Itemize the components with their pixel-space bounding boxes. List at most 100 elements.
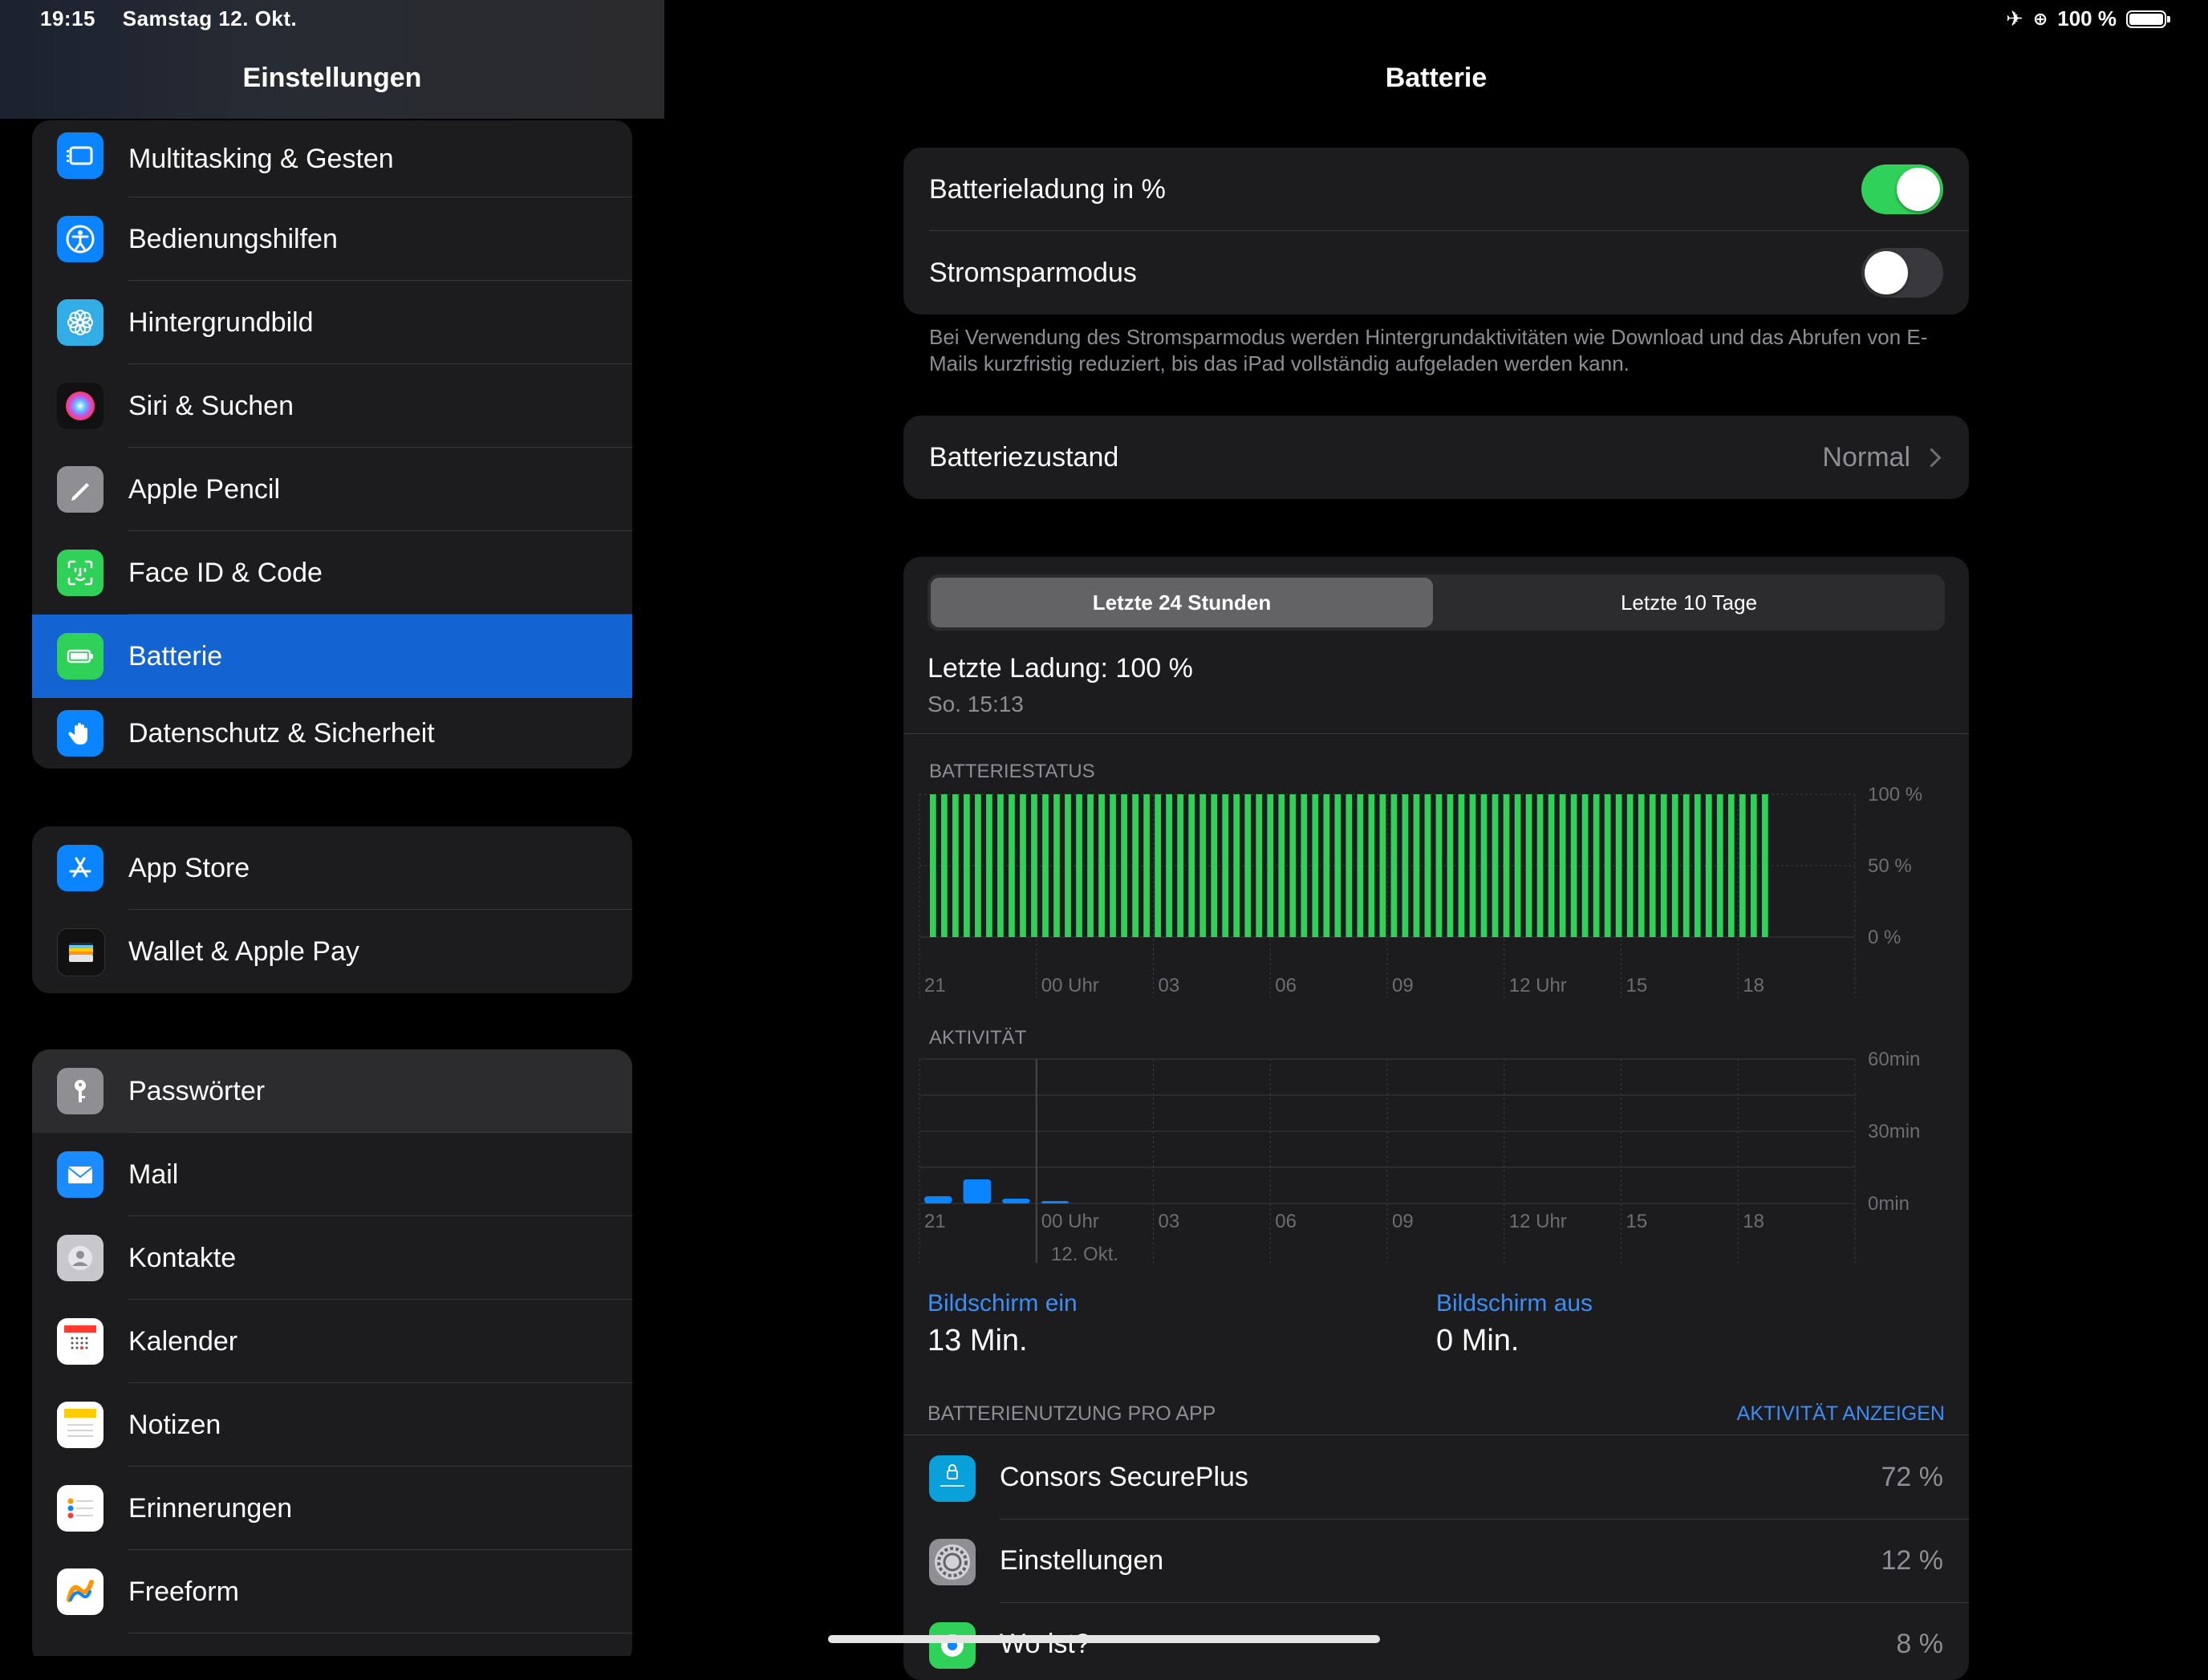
settings-sidebar: Einstellungen Multitasking & Gesten Bedi…: [0, 0, 664, 1656]
app-usage-row[interactable]: Einstellungen 12 %: [903, 1520, 1969, 1603]
screen-on-value: 13 Min.: [927, 1324, 1028, 1357]
freeform-icon: [57, 1568, 104, 1615]
battery-percent-text: 100 %: [2057, 6, 2117, 30]
usage-per-app-title: BATTERIENUTZUNG PRO APP: [927, 1402, 1216, 1425]
sidebar-item-label: Bedienungshilfen: [128, 223, 338, 254]
sidebar-item-face-id[interactable]: Face ID & Code: [32, 531, 632, 615]
app-usage-row[interactable]: Consors SecurePlus 72 %: [903, 1436, 1969, 1520]
x-tick-label: 09: [1392, 1211, 1414, 1232]
sidebar-item-label: Kontakte: [128, 1242, 237, 1273]
status-battery-icon: [2126, 10, 2170, 28]
activity-bar: [963, 1179, 992, 1203]
find-my-icon: [929, 1622, 976, 1669]
sidebar-item-mail[interactable]: Mail: [32, 1133, 632, 1216]
app-store-icon: [57, 845, 104, 891]
screen-off-value: 0 Min.: [1436, 1324, 1520, 1357]
x-tick-label: 18: [1743, 1211, 1764, 1232]
notes-icon: [57, 1402, 104, 1448]
face-id-icon: [57, 550, 104, 596]
y-tick-label: 0min: [1868, 1193, 1910, 1215]
app-name: Einstellungen: [1000, 1545, 1164, 1576]
siri-icon: [57, 383, 104, 429]
sidebar-item-label: Siri & Suchen: [128, 390, 294, 421]
toggle-knob: [1865, 251, 1908, 294]
sidebar-item-label: App Store: [128, 852, 250, 883]
home-indicator[interactable]: [828, 1635, 1380, 1643]
sidebar-item-partial[interactable]: [32, 1633, 632, 1656]
sidebar-item-accessibility[interactable]: Bedienungshilfen: [32, 197, 632, 281]
battery-percent-label: Batterieladung in %: [929, 173, 1166, 205]
orientation-lock-icon: ⊕: [2032, 8, 2048, 29]
battery-percent-toggle[interactable]: [1861, 164, 1943, 214]
sidebar-item-notes[interactable]: Notizen: [32, 1383, 632, 1467]
activity-bar: [924, 1196, 952, 1203]
sidebar-item-label: Multitasking & Gesten: [128, 143, 394, 174]
settings-gear-icon: [929, 1539, 976, 1585]
sidebar-item-label: Freeform: [128, 1576, 239, 1607]
x-tick-label: 06: [1275, 1211, 1297, 1232]
x-tick-label: 03: [1159, 1211, 1180, 1232]
app-usage-percent: 72 %: [1881, 1462, 1944, 1492]
sidebar-item-contacts[interactable]: Kontakte: [32, 1216, 632, 1300]
sidebar-item-apple-pencil[interactable]: Apple Pencil: [32, 448, 632, 531]
y-tick-label: 60min: [1868, 1049, 1920, 1070]
x-tick-label: 21: [924, 1211, 946, 1232]
sidebar-item-wallet[interactable]: Wallet & Apple Pay: [32, 910, 632, 993]
sidebar-item-label: Face ID & Code: [128, 557, 323, 588]
sidebar-item-multitasking[interactable]: Multitasking & Gesten: [32, 120, 632, 197]
sidebar-item-label: Datenschutz & Sicherheit: [128, 717, 435, 749]
sidebar-item-label: Erinnerungen: [128, 1492, 293, 1524]
reminders-icon: [57, 1485, 104, 1532]
screen-off-label: Bildschirm aus: [1436, 1290, 1593, 1317]
low-power-toggle[interactable]: [1861, 248, 1943, 298]
status-bar-left: 19:15 Samstag 12. Okt.: [40, 6, 318, 31]
chevron-right-icon: [1922, 447, 1942, 468]
settings-group-store: App Store Wallet & Apple Pay: [32, 826, 632, 993]
screen-on-label: Bildschirm ein: [927, 1290, 1078, 1317]
sidebar-item-reminders[interactable]: Erinnerungen: [32, 1467, 632, 1550]
status-date: Samstag 12. Okt.: [122, 6, 298, 30]
sidebar-item-label: Batterie: [128, 640, 223, 672]
sidebar-item-label: Notizen: [128, 1409, 221, 1440]
activity-bar: [1002, 1199, 1030, 1203]
battery-detail-pane: Batterie Batterieladung in % Stromsparmo…: [664, 0, 2208, 1680]
app-name: Wo ist?: [1000, 1629, 1090, 1659]
page-title: Batterie: [1385, 63, 1488, 93]
sidebar-item-privacy[interactable]: Datenschutz & Sicherheit: [32, 698, 632, 769]
mail-icon: [57, 1151, 104, 1198]
sidebar-item-label: Apple Pencil: [128, 473, 281, 505]
settings-group-system: Multitasking & Gesten Bedienungshilfen H…: [32, 120, 632, 769]
battery-health-value: Normal: [1822, 441, 1910, 473]
sidebar-item-label: Kalender: [128, 1325, 238, 1357]
battery-health-label: Batteriezustand: [929, 441, 1119, 473]
sidebar-item-freeform[interactable]: Freeform: [32, 1550, 632, 1633]
sidebar-title: Einstellungen: [242, 63, 422, 93]
battery-health-row[interactable]: Batteriezustand Normal: [903, 416, 1969, 499]
low-power-footnote: Bei Verwendung des Stromsparmodus werden…: [929, 325, 1928, 375]
sidebar-item-label: Wallet & Apple Pay: [128, 935, 359, 967]
contacts-icon: [57, 1235, 104, 1281]
show-activity-button[interactable]: AKTIVITÄT ANZEIGEN: [1737, 1402, 1945, 1426]
sidebar-item-siri[interactable]: Siri & Suchen: [32, 364, 632, 448]
settings-group-apps: Passwörter Mail Kontakte Kalender Notize…: [32, 1049, 632, 1656]
accessibility-icon: [57, 216, 104, 262]
x-tick-label: 15: [1626, 1211, 1648, 1232]
x-tick-label: 00 Uhr: [1041, 1211, 1099, 1232]
pencil-icon: [57, 466, 104, 513]
wallet-icon: [57, 928, 105, 976]
sidebar-item-passwords[interactable]: Passwörter: [32, 1049, 632, 1133]
sidebar-item-wallpaper[interactable]: Hintergrundbild: [32, 281, 632, 364]
consors-secureplus-icon: [929, 1455, 976, 1502]
toggle-knob: [1897, 168, 1940, 211]
app-name: Consors SecurePlus: [1000, 1462, 1248, 1492]
app-usage-percent: 8 %: [1896, 1629, 1943, 1659]
battery-usage-card: Letzte 24 Stunden Letzte 10 Tage Letzte …: [903, 557, 1969, 1680]
status-time: 19:15: [40, 6, 95, 30]
sidebar-item-calendar[interactable]: Kalender: [32, 1300, 632, 1383]
sidebar-item-app-store[interactable]: App Store: [32, 826, 632, 910]
battery-percent-row: Batterieladung in %: [903, 148, 1969, 231]
hand-icon: [57, 710, 104, 757]
activity-date-label: 12. Okt.: [1051, 1244, 1119, 1265]
battery-toggles-card: Batterieladung in % Stromsparmodus: [903, 148, 1969, 314]
sidebar-item-battery[interactable]: Batterie: [32, 615, 632, 698]
